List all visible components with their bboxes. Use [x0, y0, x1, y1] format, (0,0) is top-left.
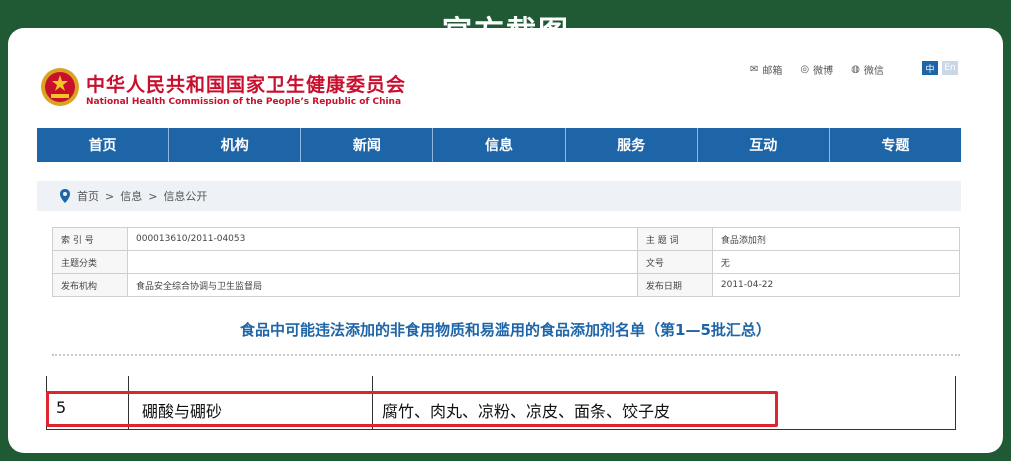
weibo-icon: ◎ [800, 64, 810, 75]
table-row: 索 引 号 000013610/2011-04053 主 题 词 食品添加剂 [52, 227, 961, 251]
table-row: 发布机构 食品安全综合协调与卫生监督局 发布日期 2011-04-22 [52, 273, 961, 297]
lang-cn-button[interactable]: 中 [922, 61, 938, 75]
nav-info[interactable]: 信息 [433, 128, 566, 162]
weibo-link[interactable]: ◎ 微博 [800, 62, 833, 77]
nav-topics[interactable]: 专题 [830, 128, 961, 162]
docno-value: 无 [711, 250, 961, 274]
issuer-label: 发布机构 [52, 273, 128, 297]
site-title[interactable]: 中华人民共和国国家卫生健康委员会 [86, 70, 406, 97]
category-label: 主题分类 [52, 250, 128, 274]
document-metadata-table: 索 引 号 000013610/2011-04053 主 题 词 食品添加剂 主… [52, 227, 961, 297]
national-emblem-icon [41, 68, 79, 106]
table-bottom-border [46, 429, 956, 430]
issuer-value: 食品安全综合协调与卫生监督局 [127, 273, 638, 297]
index-value: 000013610/2011-04053 [127, 227, 638, 251]
breadcrumb-info[interactable]: 信息 [120, 188, 142, 204]
index-label: 索 引 号 [52, 227, 128, 251]
nav-home[interactable]: 首页 [37, 128, 170, 162]
category-value [127, 250, 638, 274]
breadcrumb-home[interactable]: 首页 [77, 188, 99, 204]
wechat-label: 微信 [863, 66, 884, 77]
nav-institutions[interactable]: 机构 [169, 128, 302, 162]
weibo-label: 微博 [813, 66, 834, 77]
wechat-link[interactable]: ◍ 微信 [851, 62, 884, 77]
top-links: ✉ 邮箱 ◎ 微博 ◍ 微信 [750, 62, 884, 77]
breadcrumb-separator: > [105, 189, 115, 203]
mail-label: 邮箱 [762, 66, 783, 77]
lang-en-button[interactable]: En [942, 61, 958, 75]
nav-services[interactable]: 服务 [566, 128, 698, 162]
date-label: 发布日期 [636, 273, 713, 297]
site-subtitle: National Health Commission of the People… [86, 97, 402, 107]
dotted-divider [52, 354, 960, 356]
breadcrumb-separator: > [148, 189, 158, 203]
mail-link[interactable]: ✉ 邮箱 [750, 62, 782, 77]
list-table-excerpt: 5 硼酸与硼砂 腐竹、肉丸、凉粉、凉皮、面条、饺子皮 [46, 376, 956, 432]
docno-label: 文号 [636, 250, 713, 274]
nav-interaction[interactable]: 互动 [698, 128, 830, 162]
topic-label: 主 题 词 [636, 227, 713, 251]
document-title: 食品中可能违法添加的非食用物质和易滥用的食品添加剂名单（第1—5批汇总） [240, 321, 771, 339]
breadcrumb: 首页 > 信息 > 信息公开 [37, 181, 961, 211]
mail-icon: ✉ [750, 64, 759, 75]
wechat-icon: ◍ [851, 64, 860, 75]
main-nav: 首页 机构 新闻 信息 服务 互动 专题 [37, 128, 961, 162]
location-pin-icon [60, 189, 70, 203]
highlight-box [46, 391, 778, 427]
topic-value: 食品添加剂 [711, 227, 961, 251]
table-row: 主题分类 文号 无 [52, 250, 961, 274]
nav-news[interactable]: 新闻 [301, 128, 434, 162]
date-value: 2011-04-22 [711, 273, 961, 297]
breadcrumb-public-info[interactable]: 信息公开 [163, 188, 207, 204]
column-divider [955, 376, 956, 430]
